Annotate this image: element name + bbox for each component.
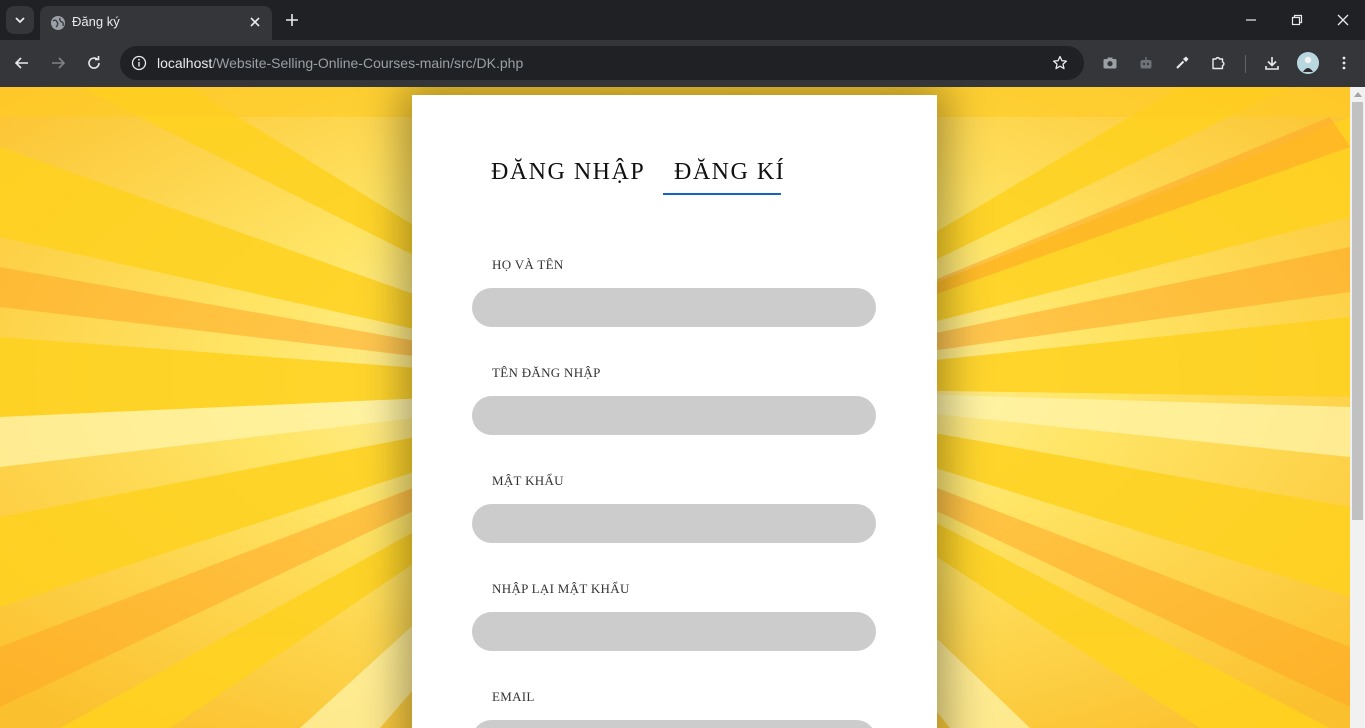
robot-extension-button[interactable] (1135, 52, 1157, 74)
url-path: /Website-Selling-Online-Courses-main/src… (212, 55, 524, 71)
password-label: MẬT KHẨU (492, 473, 564, 488)
tab-login[interactable]: ĐĂNG NHẬP (491, 159, 645, 186)
globe-icon (51, 16, 65, 30)
page-viewport: ĐĂNG NHẬP ĐĂNG KÍ HỌ VÀ TÊN TÊN ĐĂNG NHẬ… (0, 87, 1350, 728)
username-input[interactable] (472, 396, 876, 435)
fullname-input[interactable] (472, 288, 876, 327)
more-vertical-icon (1342, 56, 1346, 70)
profile-avatar[interactable] (1297, 52, 1319, 74)
eyedropper-icon (1176, 56, 1189, 69)
arrow-left-icon (14, 57, 28, 69)
minimize-icon (1246, 19, 1256, 21)
email-input[interactable] (472, 720, 876, 728)
tab-search-button[interactable] (6, 6, 34, 34)
new-tab-button[interactable] (282, 10, 302, 30)
reload-icon (88, 56, 100, 69)
tab-close-button[interactable] (246, 13, 264, 31)
address-bar[interactable]: localhost/Website-Selling-Online-Courses… (120, 46, 1084, 80)
scroll-up-arrow[interactable] (1354, 92, 1362, 97)
close-window-button[interactable] (1331, 8, 1355, 32)
puzzle-icon (1212, 56, 1225, 70)
bookmark-button[interactable] (1050, 53, 1070, 73)
star-icon (1052, 55, 1068, 70)
arrow-right-icon (52, 57, 66, 69)
plus-icon (286, 14, 298, 26)
info-icon (131, 55, 147, 71)
scrollbar-thumb[interactable] (1352, 102, 1363, 520)
eyedropper-extension-button[interactable] (1171, 52, 1193, 74)
minimize-button[interactable] (1239, 8, 1263, 32)
browser-toolbar: localhost/Website-Selling-Online-Courses… (0, 40, 1365, 87)
fullname-label: HỌ VÀ TÊN (492, 257, 564, 272)
username-label: TÊN ĐĂNG NHẬP (492, 365, 601, 380)
downloads-button[interactable] (1261, 52, 1283, 74)
screenshot-extension-button[interactable] (1099, 52, 1121, 74)
password-input[interactable] (472, 504, 876, 543)
toolbar-divider (1245, 55, 1246, 73)
url-text: localhost/Website-Selling-Online-Courses… (157, 55, 523, 71)
tab-register[interactable]: ĐĂNG KÍ (674, 159, 785, 186)
url-host: localhost (157, 55, 213, 71)
browser-tab-strip: Đăng ký (0, 0, 1365, 40)
browser-menu-button[interactable] (1333, 52, 1355, 74)
extensions-button[interactable] (1207, 52, 1229, 74)
site-info-button[interactable] (128, 52, 150, 74)
active-tab-underline (663, 193, 781, 195)
robot-icon (1140, 57, 1152, 69)
back-button[interactable] (10, 51, 34, 75)
forward-button[interactable] (46, 51, 70, 75)
confirm-password-label: NHẬP LẠI MẬT KHẨU (492, 581, 630, 596)
reload-button[interactable] (82, 51, 106, 75)
confirm-password-input[interactable] (472, 612, 876, 651)
download-icon (1265, 57, 1279, 70)
email-label: EMAIL (492, 689, 535, 704)
register-card: ĐĂNG NHẬP ĐĂNG KÍ HỌ VÀ TÊN TÊN ĐĂNG NHẬ… (412, 95, 937, 728)
page-scrollbar[interactable] (1350, 87, 1365, 728)
avatar-icon (1297, 52, 1319, 74)
close-icon (1337, 14, 1349, 26)
restore-button[interactable] (1285, 8, 1309, 32)
camera-icon (1103, 57, 1117, 69)
chevron-down-icon (15, 17, 25, 24)
browser-tab-active[interactable]: Đăng ký (40, 6, 272, 40)
restore-icon (1291, 14, 1303, 26)
close-icon (250, 17, 260, 27)
tab-title: Đăng ký (72, 14, 120, 29)
